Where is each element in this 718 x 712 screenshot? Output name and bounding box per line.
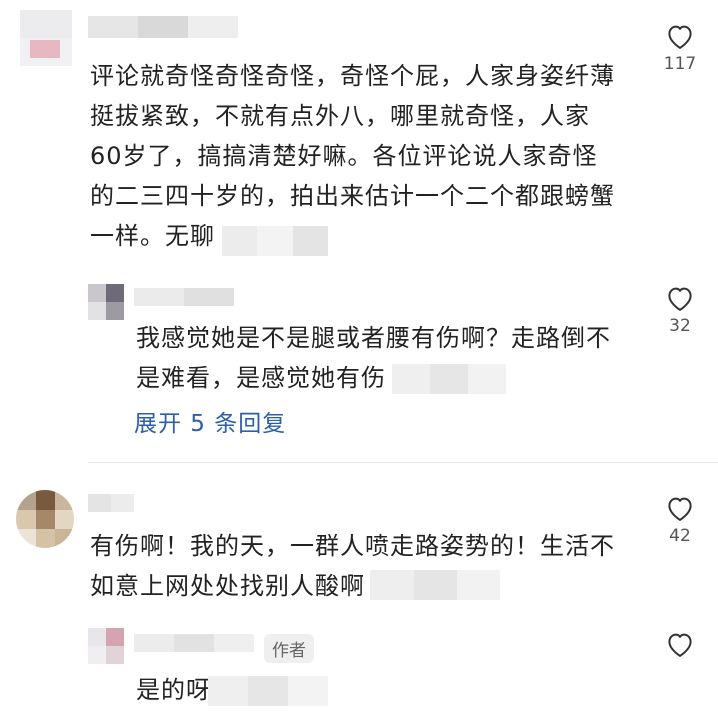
emoji-redacted (392, 364, 506, 394)
emoji-redacted (370, 570, 500, 600)
like-count: 117 (663, 54, 697, 74)
heart-outline-icon (668, 633, 692, 657)
author-badge: 作者 (264, 634, 314, 663)
like-count: 42 (669, 526, 691, 546)
like-button[interactable]: 42 (650, 494, 710, 546)
like-count: 32 (669, 316, 691, 336)
username-redacted[interactable] (134, 634, 254, 652)
username-redacted[interactable] (88, 494, 134, 512)
like-button[interactable]: 32 (650, 284, 710, 336)
heart-outline-icon (668, 25, 692, 49)
comment-text: 评论就奇怪奇怪奇怪，奇怪个屁，人家身姿纤薄 挺拔紧致，不就有点外八，哪里就奇怪，… (90, 62, 615, 250)
emoji-redacted (222, 226, 328, 256)
like-button[interactable]: 117 (650, 22, 710, 74)
heart-outline-icon (668, 287, 692, 311)
expand-replies-link[interactable]: 展开 5 条回复 (134, 404, 286, 438)
username-redacted[interactable] (134, 288, 234, 306)
emoji-redacted (208, 676, 328, 706)
divider (88, 462, 718, 463)
avatar[interactable] (20, 10, 72, 66)
avatar[interactable] (88, 628, 124, 664)
username-redacted[interactable] (88, 16, 238, 38)
avatar[interactable] (16, 490, 74, 548)
avatar[interactable] (88, 284, 124, 320)
like-button[interactable] (650, 630, 710, 658)
heart-outline-icon (668, 497, 692, 521)
reply-text: 我感觉她是不是腿或者腰有伤啊？走路倒不 是难看，是感觉她有伤 (136, 324, 611, 392)
